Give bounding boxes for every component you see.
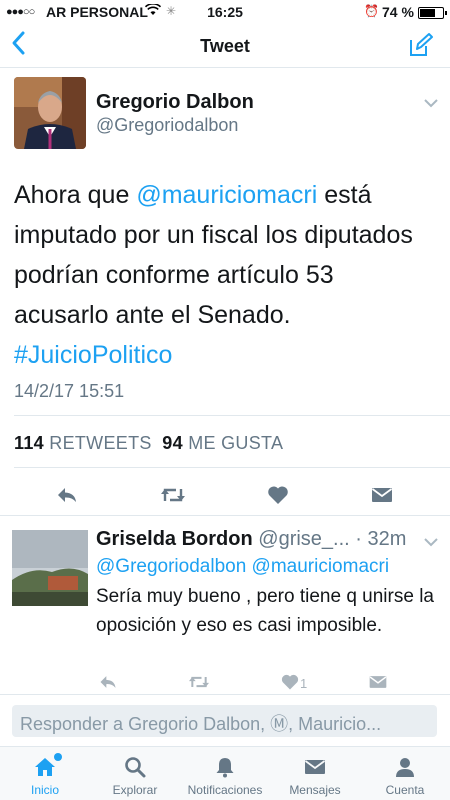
retweets-stat[interactable]: 114 RETWEETS: [14, 433, 152, 453]
retweet-button[interactable]: [160, 483, 185, 507]
reply-text: Sería muy bueno , pero tiene q unirse la…: [96, 586, 434, 636]
author-handle[interactable]: @Gregoriodalbon: [96, 115, 238, 136]
author-name[interactable]: Gregorio Dalbon: [96, 91, 254, 114]
envelope-icon: [304, 760, 326, 774]
reply-input[interactable]: Responder a Gregorio Dalbon, Ⓜ, Mauricio…: [12, 705, 437, 737]
heart-icon: [268, 486, 288, 504]
divider: [14, 415, 450, 416]
reply-button[interactable]: [55, 483, 79, 507]
hashtag-link[interactable]: #JuicioPolitico: [14, 341, 172, 369]
reply-reply-button[interactable]: [98, 672, 118, 692]
tweet-text-start: Ahora que: [14, 181, 137, 209]
envelope-icon: [371, 488, 393, 502]
tweet-text: Ahora que @mauriciomacri está imputado p…: [14, 175, 434, 375]
navigation-bar: Tweet: [0, 24, 450, 68]
tweet-timestamp: 14/2/17 15:51: [14, 381, 125, 401]
reply-avatar[interactable]: [12, 530, 88, 606]
tab-notifications[interactable]: Notificaciones: [180, 747, 270, 800]
mention-link[interactable]: @mauriciomacri: [136, 181, 317, 209]
retweet-icon: [189, 676, 209, 688]
bell-icon: [216, 758, 234, 778]
reply-icon: [58, 488, 76, 502]
reply-icon: [100, 676, 116, 688]
likes-count: 94: [162, 433, 183, 453]
tab-explore[interactable]: Explorar: [90, 747, 180, 800]
likes-stat[interactable]: 94 ME GUSTA: [162, 433, 283, 453]
reply-author-name[interactable]: Griselda Bordon: [96, 528, 253, 550]
retweet-icon: [161, 488, 185, 502]
reply-author-handle[interactable]: @grise_...: [258, 528, 349, 550]
reply-author-photo: [12, 530, 88, 606]
page-title: Tweet: [200, 36, 250, 56]
author-photo: [14, 77, 86, 149]
compose-icon: [410, 33, 433, 56]
tab-label: Inicio: [30, 783, 59, 797]
reply-tweet[interactable]: Griselda Bordon @grise_... · 32m @Gregor…: [0, 520, 450, 695]
tab-label: Mensajes: [289, 783, 341, 797]
author-avatar[interactable]: [14, 77, 86, 149]
compose-tweet-button[interactable]: [408, 32, 434, 58]
person-icon: [396, 758, 414, 777]
divider: [14, 467, 450, 468]
tab-account[interactable]: Cuenta: [360, 747, 450, 800]
likes-label: ME GUSTA: [188, 433, 284, 453]
chevron-down-icon: [424, 99, 438, 108]
reply-mentions[interactable]: @Gregoriodalbon @mauriciomacri: [96, 556, 389, 578]
tab-bar: Inicio Explorar Notificaciones Mensajes …: [0, 746, 450, 800]
alarm-clock-icon: ⏰: [364, 4, 379, 18]
divider: [0, 515, 450, 516]
reply-timestamp: · 32m: [355, 528, 407, 550]
tab-label: Explorar: [112, 783, 158, 797]
reply-like-count: 1: [300, 676, 308, 691]
reply-message-button[interactable]: [368, 672, 388, 692]
battery-percentage: 74 %: [382, 4, 414, 20]
reply-actions: 1: [0, 670, 450, 694]
tweet-options-button[interactable]: [424, 95, 438, 111]
like-button[interactable]: [266, 483, 290, 507]
tab-messages[interactable]: Mensajes: [270, 747, 360, 800]
notification-dot: [54, 753, 62, 761]
heart-icon: [281, 674, 299, 690]
reply-composer: Responder a Gregorio Dalbon, Ⓜ, Mauricio…: [0, 694, 450, 746]
tweet-stats: 114 RETWEETS 94 ME GUSTA: [14, 433, 283, 454]
reply-like-button[interactable]: [280, 672, 300, 692]
reply-options-button[interactable]: [424, 534, 438, 550]
reply-header: Griselda Bordon @grise_... · 32m: [96, 528, 406, 551]
tab-label: Cuenta: [385, 783, 425, 797]
tab-home[interactable]: Inicio: [0, 747, 90, 800]
reply-retweet-button[interactable]: [188, 672, 209, 692]
retweets-count: 114: [14, 433, 44, 453]
tab-label: Notificaciones: [187, 783, 263, 797]
status-bar: ●●●○○ AR PERSONAL ✳ 16:25 ⏰ 74 %: [0, 0, 450, 24]
envelope-icon: [369, 676, 387, 688]
direct-message-button[interactable]: [370, 483, 394, 507]
tweet-actions: [0, 475, 450, 515]
search-icon: [125, 757, 146, 778]
battery-icon: [418, 7, 447, 19]
retweets-label: RETWEETS: [49, 433, 152, 453]
chevron-down-icon: [424, 538, 438, 547]
